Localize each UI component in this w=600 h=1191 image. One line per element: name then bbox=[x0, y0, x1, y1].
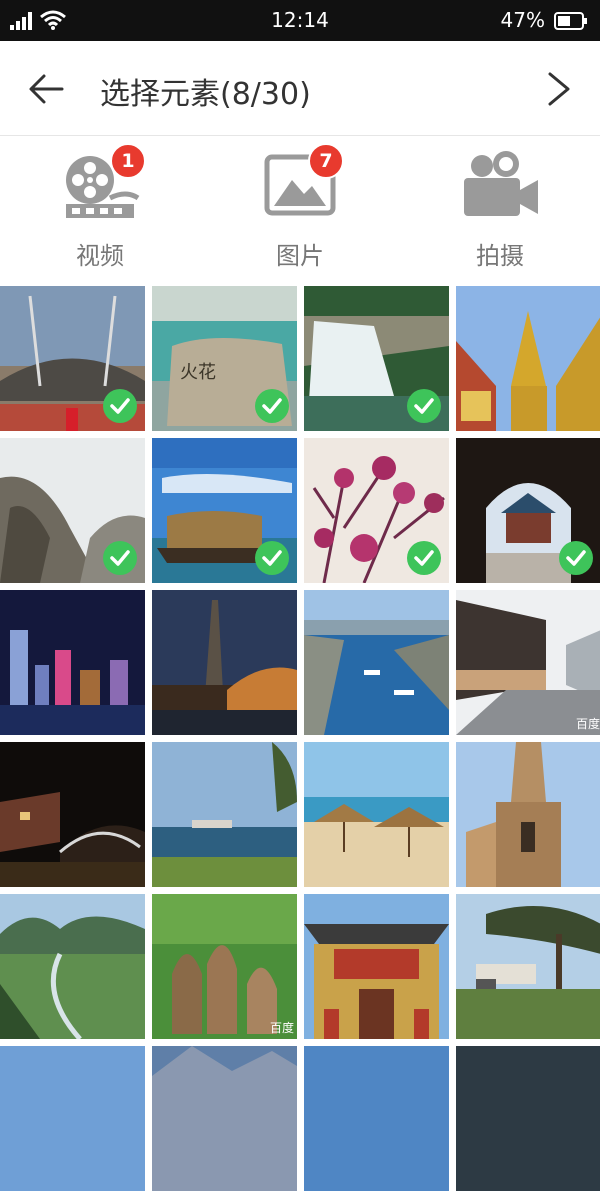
photo-image bbox=[456, 1046, 600, 1191]
photo-image bbox=[0, 1046, 145, 1191]
photo-image bbox=[304, 590, 449, 735]
photo-thumbnail[interactable] bbox=[0, 286, 145, 431]
media-type-tabs: 1 视频 7 图片 拍摄 bbox=[0, 136, 600, 284]
photo-image bbox=[456, 742, 600, 887]
photo-thumbnail[interactable] bbox=[304, 438, 449, 583]
photo-image bbox=[0, 590, 145, 735]
page-title: 选择元素(8/30) bbox=[100, 77, 311, 112]
photo-thumbnail[interactable] bbox=[456, 742, 600, 887]
video-count-badge: 1 bbox=[110, 143, 146, 179]
photo-thumbnail[interactable] bbox=[304, 894, 449, 1039]
selected-check-icon[interactable] bbox=[407, 389, 441, 423]
photo-image: 百度 bbox=[456, 590, 600, 735]
selected-check-icon[interactable] bbox=[559, 541, 593, 575]
selected-check-icon[interactable] bbox=[103, 541, 137, 575]
photo-image bbox=[456, 894, 600, 1039]
photo-thumbnail[interactable]: 百度 bbox=[456, 590, 600, 735]
photo-thumbnail[interactable] bbox=[304, 286, 449, 431]
header: 选择元素(8/30) bbox=[0, 41, 600, 136]
svg-text:百度: 百度 bbox=[576, 716, 600, 731]
photo-thumbnail[interactable] bbox=[0, 742, 145, 887]
photo-thumbnail[interactable] bbox=[0, 438, 145, 583]
svg-text:火花: 火花 bbox=[180, 362, 216, 383]
photo-image bbox=[0, 894, 145, 1039]
photo-image bbox=[0, 742, 145, 887]
tab-video[interactable]: 1 视频 bbox=[0, 136, 200, 284]
photo-thumbnail[interactable] bbox=[0, 1046, 145, 1191]
selected-check-icon[interactable] bbox=[255, 541, 289, 575]
status-bar: 12:14 47% bbox=[0, 0, 600, 41]
photo-thumbnail[interactable] bbox=[152, 1046, 297, 1191]
photo-count-badge: 7 bbox=[308, 143, 344, 179]
photo-thumbnail[interactable] bbox=[152, 742, 297, 887]
photo-thumbnail[interactable] bbox=[0, 590, 145, 735]
tab-photo-label: 图片 bbox=[276, 242, 324, 270]
photo-thumbnail[interactable]: 百度 bbox=[152, 894, 297, 1039]
tab-video-label: 视频 bbox=[76, 242, 124, 270]
photo-image bbox=[152, 590, 297, 735]
photo-thumbnail[interactable] bbox=[456, 1046, 600, 1191]
photo-thumbnail[interactable] bbox=[152, 438, 297, 583]
photo-thumbnail[interactable] bbox=[304, 742, 449, 887]
tab-camera[interactable]: 拍摄 bbox=[400, 136, 600, 284]
photo-thumbnail[interactable] bbox=[456, 894, 600, 1039]
chevron-right-icon[interactable] bbox=[544, 71, 574, 107]
photo-thumbnail[interactable] bbox=[304, 1046, 449, 1191]
photo-thumbnail[interactable]: 火花 bbox=[152, 286, 297, 431]
back-arrow-icon[interactable] bbox=[26, 71, 66, 107]
photo-image bbox=[304, 894, 449, 1039]
photo-thumbnail[interactable] bbox=[0, 894, 145, 1039]
selected-check-icon[interactable] bbox=[407, 541, 441, 575]
photo-thumbnail[interactable] bbox=[456, 438, 600, 583]
photo-image bbox=[152, 1046, 297, 1191]
battery-percent: 47% bbox=[500, 8, 545, 32]
photo-image bbox=[304, 1046, 449, 1191]
selected-check-icon[interactable] bbox=[255, 389, 289, 423]
svg-text:百度: 百度 bbox=[270, 1020, 294, 1035]
photo-image bbox=[456, 286, 600, 431]
battery-icon bbox=[554, 12, 587, 30]
photo-image bbox=[304, 742, 449, 887]
photo-image: 百度 bbox=[152, 894, 297, 1039]
tab-camera-label: 拍摄 bbox=[476, 242, 524, 270]
photo-thumbnail[interactable] bbox=[456, 286, 600, 431]
video-camera-icon bbox=[464, 151, 538, 216]
tab-photo[interactable]: 7 图片 bbox=[200, 136, 400, 284]
photo-thumbnail[interactable] bbox=[304, 590, 449, 735]
photo-thumbnail[interactable] bbox=[152, 590, 297, 735]
photo-image bbox=[152, 742, 297, 887]
selected-check-icon[interactable] bbox=[103, 389, 137, 423]
